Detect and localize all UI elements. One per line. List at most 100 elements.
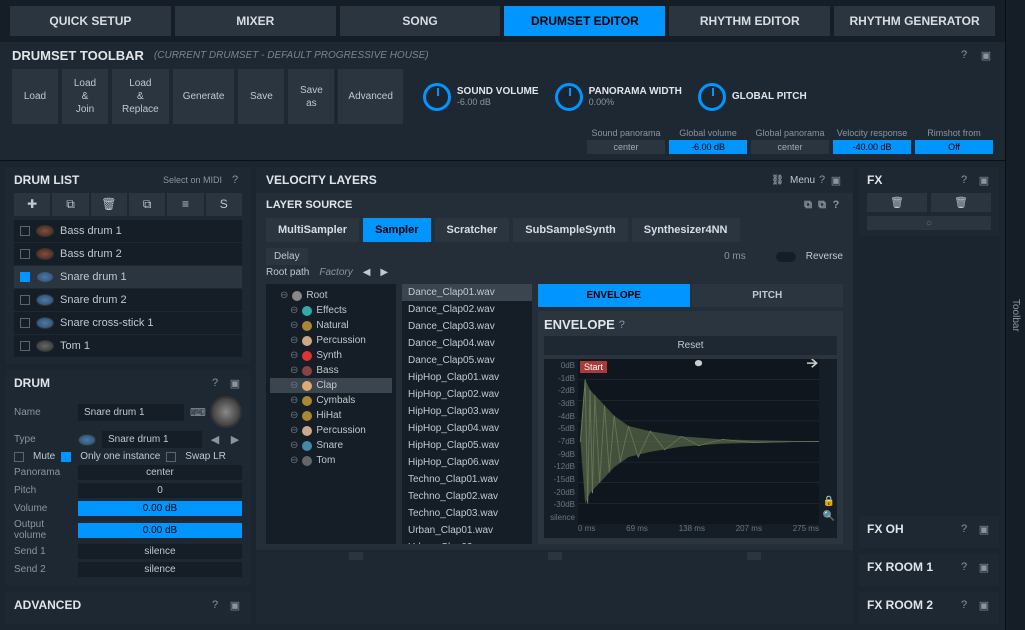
file-item[interactable]: HipHop_Clap06.wav xyxy=(402,454,532,471)
source-tab-subsamplesynth[interactable]: SubSampleSynth xyxy=(513,218,627,242)
handle-icon[interactable] xyxy=(349,552,363,560)
main-tab-song[interactable]: SONG xyxy=(340,6,501,36)
file-item[interactable]: HipHop_Clap04.wav xyxy=(402,420,532,437)
help-icon[interactable]: ? xyxy=(208,377,222,389)
tree-node[interactable]: ⊖Snare xyxy=(270,438,392,453)
param-value[interactable]: -40.00 dB xyxy=(833,140,911,154)
source-tab-multisampler[interactable]: MultiSampler xyxy=(266,218,359,242)
swap-lr-checkbox[interactable] xyxy=(166,452,176,462)
main-tab-drumset-editor[interactable]: DRUMSET EDITOR xyxy=(504,6,665,36)
param-value[interactable]: center xyxy=(587,140,665,154)
drum-list-item[interactable]: Snare drum 1 xyxy=(14,266,242,289)
prev-icon[interactable]: ◀ xyxy=(208,433,222,446)
drum-list-item[interactable]: Snare cross-stick 1 xyxy=(14,312,242,335)
file-item[interactable]: Dance_Clap05.wav xyxy=(402,352,532,369)
expand-icon[interactable]: ▣ xyxy=(228,599,242,612)
knob[interactable] xyxy=(423,83,451,111)
drum-list-item[interactable]: Bass drum 1 xyxy=(14,220,242,243)
speaker-icon[interactable] xyxy=(210,396,242,428)
knob[interactable] xyxy=(698,83,726,111)
paste-icon[interactable]: ⧉ xyxy=(815,199,829,212)
tree-node[interactable]: ⊖Clap xyxy=(270,378,392,393)
list-icon[interactable]: ≡ xyxy=(167,193,203,216)
save-as-button[interactable]: Saveas xyxy=(288,69,334,124)
expand-icon[interactable]: ▣ xyxy=(228,377,242,390)
trash-icon[interactable]: 🗑 xyxy=(867,193,927,212)
param-value[interactable]: center xyxy=(78,465,242,480)
help-icon[interactable]: ? xyxy=(957,49,971,62)
right-sidebar[interactable]: Toolbar xyxy=(1005,0,1025,630)
tree-node[interactable]: ⊖Bass xyxy=(270,363,392,378)
checkbox[interactable] xyxy=(20,341,30,351)
tree-node[interactable]: ⊖Percussion xyxy=(270,423,392,438)
main-tab-quick-setup[interactable]: QUICK SETUP xyxy=(10,6,171,36)
expand-icon[interactable]: ▣ xyxy=(977,561,991,574)
param-value[interactable]: 0.00 dB xyxy=(78,501,242,516)
toolbar-tab[interactable]: Toolbar xyxy=(1010,299,1021,332)
menu-button[interactable]: Menu xyxy=(790,175,815,186)
drum-type-select[interactable]: Snare drum 1 xyxy=(102,431,202,448)
keyboard-icon[interactable]: ⌨ xyxy=(190,406,204,419)
main-tab-mixer[interactable]: MIXER xyxy=(175,6,336,36)
zoom-icon[interactable]: 🔍 xyxy=(823,511,835,522)
help-icon[interactable]: ? xyxy=(815,174,829,186)
trash-icon[interactable]: 🗑 xyxy=(91,193,127,216)
only-one-checkbox[interactable] xyxy=(61,452,71,462)
param-value[interactable]: silence xyxy=(78,544,242,559)
help-icon[interactable]: ? xyxy=(208,599,222,611)
checkbox[interactable] xyxy=(20,295,30,305)
save-button[interactable]: Save xyxy=(238,69,284,124)
select-midi-label[interactable]: Select on MIDI xyxy=(163,175,222,185)
file-item[interactable]: HipHop_Clap02.wav xyxy=(402,386,532,403)
delay-value[interactable]: 0 ms xyxy=(724,251,746,262)
help-icon[interactable]: ? xyxy=(228,174,242,186)
knob[interactable] xyxy=(555,83,583,111)
expand-icon[interactable]: ▣ xyxy=(979,49,993,62)
env-tab-pitch[interactable]: PITCH xyxy=(692,284,844,307)
expand-icon[interactable]: ▣ xyxy=(977,174,991,187)
mute-checkbox[interactable] xyxy=(14,452,24,462)
file-item[interactable]: Dance_Clap04.wav xyxy=(402,335,532,352)
drum-list-item[interactable]: Tom 1 xyxy=(14,335,242,358)
source-tab-synthesizer4nn[interactable]: Synthesizer4NN xyxy=(632,218,740,242)
waveform-display[interactable]: 0dB-1dB-2dB-3dB-4dB-5dB-7dB-9dB-12dB-15d… xyxy=(544,359,837,538)
tree-node[interactable]: ⊖Percussion xyxy=(270,333,392,348)
drum-name-input[interactable]: Snare drum 1 xyxy=(78,404,184,421)
checkbox[interactable] xyxy=(20,226,30,236)
load-replace-button[interactable]: Load&Replace xyxy=(112,69,169,124)
expand-icon[interactable]: ▣ xyxy=(977,599,991,612)
help-icon[interactable]: ? xyxy=(957,561,971,573)
file-item[interactable]: Dance_Clap01.wav xyxy=(402,284,532,301)
file-item[interactable]: Techno_Clap01.wav xyxy=(402,471,532,488)
reverse-toggle[interactable] xyxy=(776,252,796,262)
prev-icon[interactable]: ◀ xyxy=(363,267,371,278)
help-icon[interactable]: ? xyxy=(957,523,971,535)
handle-icon[interactable] xyxy=(747,552,761,560)
next-icon[interactable]: ▶ xyxy=(228,433,242,446)
file-item[interactable]: Urban_Clap01.wav xyxy=(402,522,532,539)
file-item[interactable]: Urban_Clap02.wav xyxy=(402,539,532,544)
main-tab-rhythm-editor[interactable]: RHYTHM EDITOR xyxy=(669,6,830,36)
param-value[interactable]: Off xyxy=(915,140,993,154)
checkbox[interactable] xyxy=(20,249,30,259)
checkbox[interactable] xyxy=(20,272,30,282)
main-tab-rhythm-generator[interactable]: RHYTHM GENERATOR xyxy=(834,6,995,36)
param-value[interactable]: 0.00 dB xyxy=(78,523,242,538)
trash-icon[interactable]: 🗑 xyxy=(931,193,991,212)
start-marker[interactable]: Start xyxy=(580,361,607,373)
rootpath-value[interactable]: Factory xyxy=(319,267,352,278)
checkbox[interactable] xyxy=(20,318,30,328)
copy-icon[interactable]: ⧉ xyxy=(52,193,88,216)
tree-node[interactable]: ⊖Tom xyxy=(270,453,392,468)
add-icon[interactable]: ✚ xyxy=(14,193,50,216)
help-icon[interactable]: ? xyxy=(615,319,629,331)
next-icon[interactable]: ▶ xyxy=(380,267,388,278)
file-item[interactable]: Techno_Clap02.wav xyxy=(402,488,532,505)
file-item[interactable]: Dance_Clap02.wav xyxy=(402,301,532,318)
param-value[interactable]: silence xyxy=(78,562,242,577)
param-value[interactable]: 0 xyxy=(78,483,242,498)
param-value[interactable]: center xyxy=(751,140,829,154)
fx-slot[interactable]: ○ xyxy=(867,216,991,230)
tree-node[interactable]: ⊖Cymbals xyxy=(270,393,392,408)
tree-node[interactable]: ⊖Root xyxy=(270,288,392,303)
